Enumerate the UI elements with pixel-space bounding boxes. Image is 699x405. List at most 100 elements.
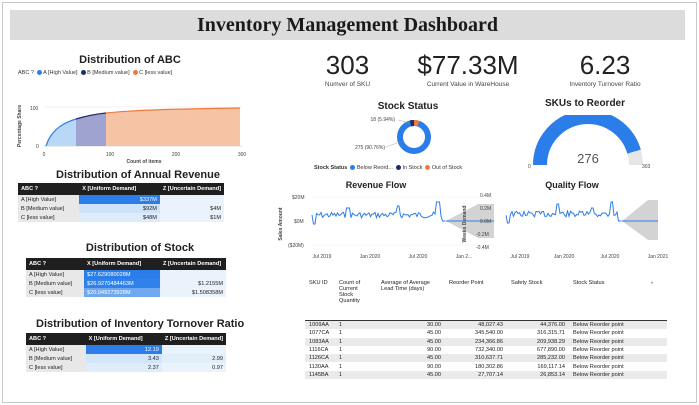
donut-slice-below[interactable]	[397, 120, 431, 154]
matrix-row: C [less value] $48M $1M	[18, 213, 224, 222]
quality-xtick: Jan 2020	[554, 254, 575, 260]
matrix-header[interactable]: Z [Uncertain Demand]	[159, 183, 224, 195]
title-bar: Inventory Management Dashboard	[10, 10, 685, 40]
kpi-label: Numver of SKU	[324, 81, 371, 88]
kpi-value: 6.23	[579, 50, 631, 80]
matrix-header[interactable]: ABC ?	[26, 333, 86, 345]
table-cell: Below Reorder point	[573, 371, 624, 378]
table-cell: 169,117.14	[537, 363, 565, 370]
matrix-header[interactable]: ABC ?	[18, 183, 80, 195]
column-header[interactable]: Count of Current Stock Quantity	[335, 280, 377, 321]
table-cell: Below Reorder point	[573, 322, 624, 329]
cell-z	[160, 270, 226, 279]
quality-ytick: 0.0M	[480, 219, 491, 225]
stock-table-title: Distribution of Stock	[85, 242, 195, 254]
table-cell: 1	[339, 355, 343, 362]
quality-ytick: -0.2M	[476, 232, 489, 238]
stock-legend-item-in[interactable]: In Stock	[395, 165, 422, 171]
revenue-series-line	[311, 201, 446, 225]
table-cell: 1130AA	[309, 363, 329, 370]
turnover-matrix: ABC ? X [Uniform Demand] Z [Uncertain De…	[26, 333, 226, 372]
row-label: C [less value]	[26, 363, 86, 372]
table-cell: 732,340.00	[475, 347, 503, 354]
cell-z	[161, 345, 226, 354]
cell-x: $26.9270484463M	[84, 279, 160, 288]
revenue-flow-title: Revenue Flow	[345, 180, 407, 190]
table-cell: 180,302.86	[475, 363, 503, 370]
sku-table-body: 1009AA 1 30.00 48,027.43 44,376.00 Below Reor…	[305, 320, 667, 380]
table-cell: 1	[339, 371, 343, 378]
row-label: A [High Value]	[26, 270, 84, 279]
matrix-row: A [High Value] $27.629080028M	[26, 270, 226, 279]
table-row[interactable]: 1126CA 1 45.00 310,637.71 285,232.00 Below Re…	[305, 354, 667, 363]
table-cell: Below Reorder point	[573, 330, 624, 337]
matrix-header[interactable]: X [Uniform Demand]	[79, 183, 160, 195]
table-cell: 234,366.86	[475, 338, 503, 345]
gauge-max: 303	[642, 164, 651, 170]
revenue-xtick: Jul 2020	[409, 254, 428, 260]
cell-z: $1M	[159, 213, 224, 222]
reorder-gauge: 276 0 303	[528, 115, 651, 170]
revenue-xtick: Jul 2019	[313, 254, 332, 260]
abc-xtick: 0	[43, 152, 46, 158]
legend-dot-icon	[36, 70, 42, 76]
matrix-row: B [Medium value] $92M $4M	[18, 204, 224, 213]
quality-ytick: 0.4M	[480, 193, 491, 199]
abc-legend-item-c[interactable]: C [less value]	[132, 70, 172, 76]
more-options-icon[interactable]: •	[651, 281, 653, 287]
column-header[interactable]: Safety Stock	[507, 280, 569, 321]
column-header[interactable]: Average of Average Lead Time (days)	[377, 280, 445, 321]
column-header[interactable]: Reorder Point	[445, 280, 507, 321]
table-cell: 209,938.29	[537, 338, 565, 345]
revenue-table-title: Distribution of Annual Revenue	[56, 169, 220, 181]
legend-dot-icon	[395, 165, 401, 171]
matrix-row: C [less value] 2.37 0.97	[26, 363, 226, 372]
sku-table-container: SKU ID Count of Current Stock Quantity A…	[305, 280, 667, 388]
revenue-matrix: ABC ? X [Uniform Demand] Z [Uncertain De…	[18, 183, 224, 222]
matrix-header[interactable]: Z [Uncertain Demand]	[160, 258, 226, 270]
quality-xtick: Jul 2019	[511, 254, 530, 260]
donut-slice-out[interactable]	[413, 120, 420, 127]
cell-z: $1.2155M	[160, 279, 226, 288]
kpi-card-sku: 303 Numver of SKU	[300, 50, 395, 88]
table-row[interactable]: 1145BA 1 45.00 27,707.14 26,853.14 Below Reor…	[305, 370, 667, 380]
abc-area-c	[106, 108, 240, 146]
table-row[interactable]: 1130AA 1 90.00 180,302.86 169,117.14 Below Re…	[305, 362, 667, 371]
abc-legend-item-a[interactable]: A [High Value]	[36, 70, 78, 76]
quality-xtick: Jul 2020	[601, 254, 620, 260]
stock-legend-label: Stock Status	[314, 165, 348, 171]
sku-table-header: SKU ID Count of Current Stock Quantity A…	[305, 280, 667, 321]
stock-status-donut: 18 (5.94%) 275 (90.76%)	[355, 117, 431, 154]
table-row[interactable]: 1077CA 1 45.00 345,540.00 316,315.71 Below Re…	[305, 329, 667, 338]
stock-legend-item-out[interactable]: Out of Stock	[425, 165, 462, 171]
matrix-header[interactable]: ABC ?	[26, 258, 84, 270]
abc-legend-label: ABC ?	[18, 70, 34, 76]
revenue-ylabel: Sales Amount	[278, 207, 284, 240]
table-cell: 1077CA	[309, 330, 330, 337]
table-cell: Below Reorder point	[573, 347, 624, 354]
cell-x: 12.19	[85, 345, 162, 354]
cell-z: 2.99	[161, 354, 226, 363]
table-cell: 1116CA	[309, 347, 329, 354]
legend-dot-icon	[80, 70, 86, 76]
table-cell: 45.00	[427, 330, 441, 337]
quality-ylabel: Weeks Demand	[462, 206, 468, 243]
legend-dot-icon	[425, 165, 431, 171]
table-row[interactable]: 1083AA 1 45.00 234,366.86 209,938.29 Below Re…	[305, 337, 667, 346]
revenue-ytick: $20M	[292, 195, 305, 201]
stock-legend-item-below[interactable]: Below Reord...	[350, 165, 393, 171]
table-cell: 345,540.00	[475, 330, 503, 337]
abc-xtick: 300	[238, 152, 247, 158]
table-cell: 27,707.14	[478, 371, 503, 378]
matrix-header[interactable]: X [Uniform Demand]	[84, 258, 160, 270]
row-label: C [less value]	[26, 288, 84, 297]
quality-xtick: Jan 2021	[648, 254, 669, 260]
gauge-value: 276	[577, 151, 599, 166]
matrix-header[interactable]: X [Uniform Demand]	[85, 333, 162, 345]
column-header[interactable]: SKU ID	[305, 280, 335, 321]
table-row[interactable]: 1009AA 1 30.00 48,027.43 44,376.00 Below Reor…	[305, 320, 667, 330]
table-row[interactable]: 1116CA 1 90.00 732,340.00 677,890.00 Below Re…	[305, 345, 667, 355]
abc-legend-item-b[interactable]: B [Medium value]	[80, 70, 130, 76]
cell-x: 3.43	[85, 354, 162, 363]
matrix-header[interactable]: Z [Uncertain Demand]	[161, 333, 226, 345]
